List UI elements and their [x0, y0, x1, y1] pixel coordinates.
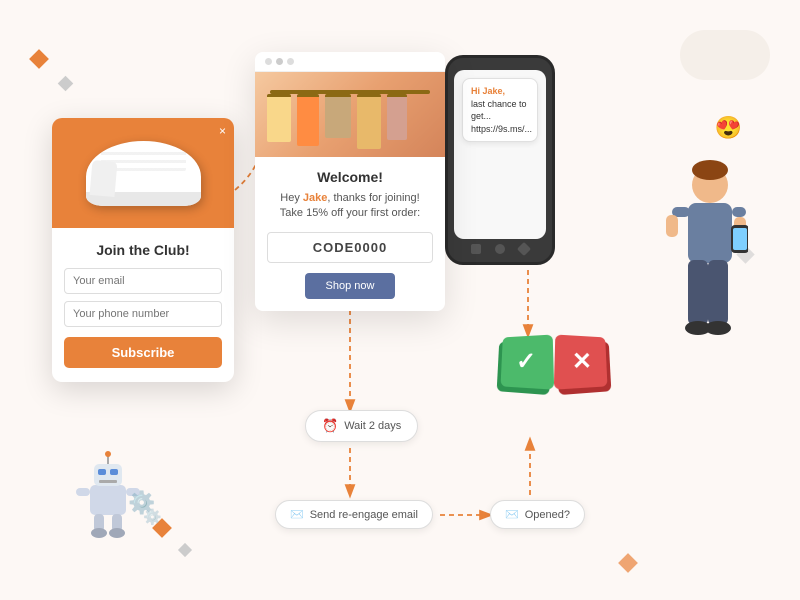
diamond-gray-1 [58, 76, 74, 92]
send-reengage-node: ✉️ Send re-engage email [275, 500, 433, 529]
no-icon: ✕ [572, 347, 592, 377]
envelope-icon: ✉️ [505, 508, 519, 521]
popup-header: × [52, 118, 234, 228]
yes-icon: ✓ [516, 347, 536, 377]
send-node-label: Send re-engage email [310, 509, 418, 521]
opened-node-label: Opened? [525, 509, 570, 521]
phone-back-icon [471, 244, 481, 254]
opened-node: ✉️ Opened? [490, 500, 585, 529]
popup-dots [255, 52, 445, 72]
wait-node-label: Wait 2 days [344, 420, 401, 432]
sms-bubble: Hi Jake, last chance to get...https://9s… [462, 78, 538, 142]
phone-menu-icon [517, 242, 531, 256]
hanger-item-4 [357, 94, 381, 149]
person-illustration [658, 155, 748, 375]
email-icon: ✉️ [290, 508, 304, 521]
clock-icon: ⏰ [322, 418, 338, 434]
popup-body: Join the Club! Subscribe [52, 228, 234, 382]
dot-1 [265, 58, 272, 65]
email-popup-body: Welcome! Hey Jake, thanks for joining!Ta… [255, 157, 445, 311]
diamond-orange-3 [618, 553, 638, 573]
diamond-gray-3 [178, 543, 192, 557]
email-input[interactable] [64, 268, 222, 294]
no-box: ✕ [556, 335, 608, 387]
close-button[interactable]: × [219, 124, 226, 138]
phone-home-icon [495, 244, 505, 254]
yes-box: ✓ [500, 335, 552, 387]
robot-area: ⚙️ ⚙️ [68, 450, 148, 545]
coupon-code: CODE0000 [267, 232, 433, 263]
gear-icon-2: ⚙️ [143, 508, 162, 526]
hanger-item-2 [297, 94, 319, 146]
phone-screen: Hi Jake, last chance to get...https://9s… [454, 70, 546, 239]
hanger-item-5 [387, 94, 407, 140]
phone-input[interactable] [64, 301, 222, 327]
jake-highlight: Jake [303, 192, 327, 204]
email-welcome-title: Welcome! [267, 169, 433, 185]
hearts-emoji: 😍 [715, 115, 742, 141]
sms-body: last chance to get...https://9s.ms/... [471, 99, 532, 134]
hanger-item-3 [325, 94, 351, 138]
dot-2 [276, 58, 283, 65]
diamond-orange-1 [29, 49, 49, 69]
sms-name: Hi Jake, [471, 86, 505, 96]
shop-now-button[interactable]: Shop now [305, 273, 395, 299]
popup-title: Join the Club! [64, 242, 222, 258]
subscribe-button[interactable]: Subscribe [64, 337, 222, 368]
dot-3 [287, 58, 294, 65]
clothes-image [255, 72, 445, 157]
wait-node: ⏰ Wait 2 days [305, 410, 418, 442]
background-cloud [680, 30, 770, 80]
email-body-text: Hey Jake, thanks for joining!Take 15% of… [267, 191, 433, 222]
email-popup: Welcome! Hey Jake, thanks for joining!Ta… [255, 52, 445, 311]
phone-mockup: Hi Jake, last chance to get...https://9s… [445, 55, 555, 265]
hanger-item-1 [267, 94, 291, 142]
subscribe-popup: × Join the Club! Subscribe [52, 118, 234, 382]
